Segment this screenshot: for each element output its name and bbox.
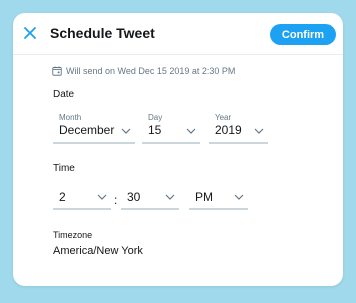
day-select[interactable]: Day 15 [142, 110, 200, 144]
year-select[interactable]: Year 2019 [209, 110, 268, 144]
chevron-down-icon [254, 128, 264, 134]
month-select-label: Month [59, 113, 82, 122]
date-section-label: Date [53, 89, 75, 100]
close-icon[interactable] [21, 24, 39, 42]
scheduled-summary-text: Will send on Wed Dec 15 2019 at 2:30 PM [66, 66, 236, 76]
year-select-value: 2019 [215, 123, 242, 137]
timezone-label: Timezone [53, 230, 93, 240]
modal-header: Schedule Tweet Confirm [13, 13, 343, 55]
chevron-down-icon [165, 194, 175, 200]
month-select[interactable]: Month December [53, 110, 135, 144]
calendar-icon [52, 66, 62, 76]
chevron-down-icon [186, 128, 196, 134]
scheduled-summary: Will send on Wed Dec 15 2019 at 2:30 PM [52, 64, 235, 78]
modal-title: Schedule Tweet [50, 25, 155, 41]
confirm-button[interactable]: Confirm [270, 24, 336, 45]
chevron-down-icon [234, 194, 244, 200]
timezone-value: America/New York [53, 245, 143, 257]
chevron-down-icon [121, 128, 131, 134]
chevron-down-icon [97, 194, 107, 200]
day-select-value: 15 [148, 123, 162, 137]
schedule-tweet-modal: Schedule Tweet Confirm Will send on Wed … [13, 13, 343, 286]
time-separator: : [114, 193, 118, 207]
period-select[interactable]: PM [189, 184, 248, 210]
day-select-label: Day [148, 113, 163, 122]
minute-select-value: 30 [127, 190, 141, 204]
month-select-value: December [59, 123, 115, 137]
minute-select[interactable]: 30 [121, 184, 179, 210]
time-section-label: Time [53, 163, 75, 174]
period-select-value: PM [195, 190, 213, 204]
hour-select[interactable]: 2 [53, 184, 111, 210]
year-select-label: Year [215, 113, 232, 122]
hour-select-value: 2 [59, 190, 66, 204]
